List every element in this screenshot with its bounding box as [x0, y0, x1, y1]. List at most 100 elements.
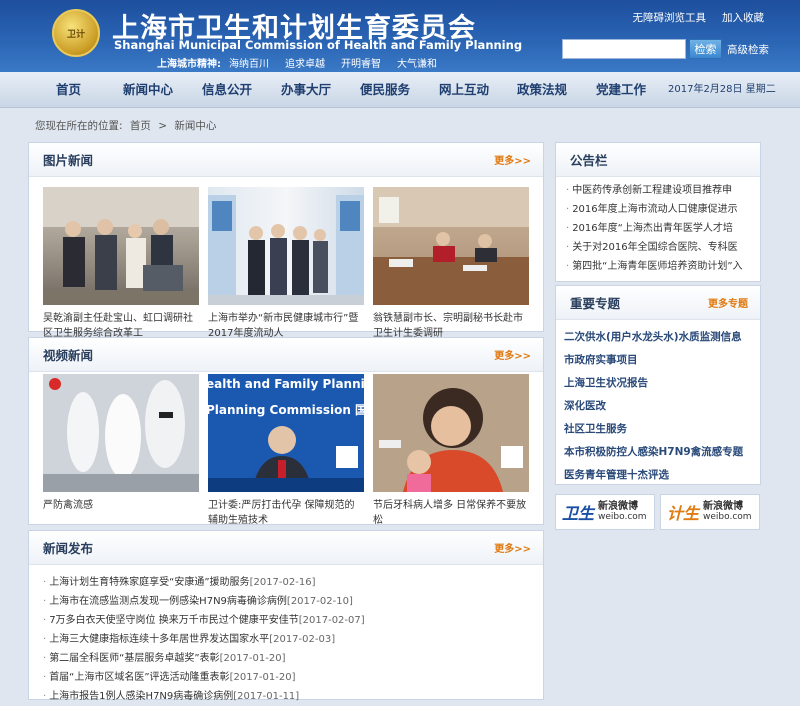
picture-item[interactable]: 吴乾渝副主任赴宝山、虹口调研社区卫生服务综合改革工: [43, 187, 199, 341]
news-title[interactable]: 首届“上海市区域名医”评选活动隆重表彰: [49, 672, 229, 683]
main-nav: 首页 新闻中心 信息公开 办事大厅 便民服务 网上互动 政策法规 党建工作 20…: [0, 72, 800, 108]
breadcrumb-prefix: 您现在所在的位置:: [35, 120, 123, 132]
city-spirit-word: 追求卓越: [285, 59, 325, 70]
video-thumbnail[interactable]: [373, 374, 529, 492]
news-date: [2017-02-03]: [269, 634, 336, 645]
advanced-search-link[interactable]: 高级检索: [727, 42, 769, 57]
weibo-brand-url: weibo.com: [703, 512, 752, 522]
weibo-brand-cn: 新浪微博: [598, 501, 639, 512]
news-title[interactable]: 上海市在流感监测点发现一例感染H7N9病毒确诊病例: [49, 596, 287, 607]
weibo-health-title: 卫生: [562, 504, 595, 523]
dental-patient-video-icon: [373, 374, 529, 492]
add-favorite-link[interactable]: 加入收藏: [722, 10, 764, 25]
photo-thumbnail[interactable]: [208, 187, 364, 305]
nav-item-policy[interactable]: 政策法规: [517, 72, 567, 108]
city-spirit-word: 海纳百川: [229, 59, 269, 70]
panel-title: 重要专题: [570, 296, 621, 311]
notice-item[interactable]: 2016年度“上海杰出青年医学人才培: [566, 219, 756, 238]
news-title[interactable]: 7万多白衣天使坚守岗位 换来万千市民过个健康平安佳节: [49, 615, 299, 626]
news-list-item[interactable]: 7万多白衣天使坚守岗位 换来万千市民过个健康平安佳节[2017-02-07]: [43, 611, 365, 630]
video-thumbnail[interactable]: [43, 374, 199, 492]
weibo-health-link[interactable]: 卫生 新浪微博 weibo.com: [555, 494, 655, 530]
news-release-list: 上海计划生育特殊家庭享受“安康通”援助服务[2017-02-16] 上海市在流感…: [43, 573, 365, 706]
more-link[interactable]: 更多>>: [494, 347, 531, 362]
video-thumbnail[interactable]: ealth and Family Planning Co Planning Co…: [208, 374, 364, 492]
more-link[interactable]: 更多>>: [494, 540, 531, 555]
topic-item[interactable]: 上海卫生状况报告: [564, 372, 743, 395]
notice-item[interactable]: 第四批“上海青年医师培养资助计划”入: [566, 257, 756, 276]
hazmat-video-icon: [43, 374, 199, 492]
news-title[interactable]: 上海三大健康指标连续十多年居世界发达国家水平: [49, 634, 269, 645]
top-links: 无障碍浏览工具 加入收藏: [633, 10, 765, 25]
panel-header: 重要专题 更多专题: [556, 286, 760, 320]
more-topics-link[interactable]: 更多专题: [708, 295, 748, 310]
more-link[interactable]: 更多>>: [494, 152, 531, 167]
accessibility-link[interactable]: 无障碍浏览工具: [633, 10, 707, 25]
photo-thumbnail[interactable]: [373, 187, 529, 305]
panel-header: 新闻发布 更多>>: [29, 531, 543, 565]
notice-list: 中医药传承创新工程建设项目推荐申 2016年度上海市流动人口健康促进示 2016…: [566, 181, 756, 276]
news-title[interactable]: 第二届全科医师“基层服务卓越奖”表彰: [49, 653, 219, 664]
panel-title: 公告栏: [570, 153, 608, 168]
topic-item[interactable]: 市政府实事项目: [564, 349, 743, 372]
news-title[interactable]: 上海计划生育特殊家庭享受“安康通”援助服务: [49, 577, 249, 588]
search-button[interactable]: 检索: [689, 39, 722, 59]
nav-item-home[interactable]: 首页: [56, 72, 81, 108]
video-item[interactable]: ealth and Family Planning Co Planning Co…: [208, 374, 364, 528]
nav-item-news[interactable]: 新闻中心: [123, 72, 173, 108]
video-grid: 严防禽流感 ealth and Family Planning Co Plann…: [43, 374, 529, 528]
video-caption[interactable]: 严防禽流感: [43, 498, 199, 528]
emblem-logo[interactable]: 卫计: [52, 9, 100, 57]
video-item[interactable]: 严防禽流感: [43, 374, 199, 528]
exhibition-photo-icon: [208, 195, 364, 305]
news-date: [2017-02-16]: [249, 577, 316, 588]
news-date: [2017-01-11]: [233, 691, 300, 702]
people-photo-icon: [43, 187, 199, 305]
topic-item[interactable]: 深化医改: [564, 395, 743, 418]
news-date: [2017-02-10]: [286, 596, 353, 607]
picture-item[interactable]: 上海市举办“新市民健康城市行”暨2017年度流动人: [208, 187, 364, 341]
breadcrumb-separator: >: [158, 120, 168, 132]
nav-item-services-hall[interactable]: 办事大厅: [281, 72, 331, 108]
news-list-item[interactable]: 上海市报告1例人感染H7N9病毒确诊病例[2017-01-11]: [43, 687, 365, 706]
video-caption[interactable]: 卫计委:严厉打击代孕 保障规范的辅助生殖技术: [208, 498, 364, 528]
city-spirit-word: 开明睿智: [341, 59, 381, 70]
weibo-brand: 新浪微博 weibo.com: [598, 501, 647, 523]
video-item[interactable]: 节后牙科病人增多 日常保养不要放松: [373, 374, 529, 528]
notice-item[interactable]: 2016年度上海市流动人口健康促进示: [566, 200, 756, 219]
video-caption[interactable]: 节后牙科病人增多 日常保养不要放松: [373, 498, 529, 528]
topic-item[interactable]: 医务青年管理十杰评选: [564, 464, 743, 487]
topic-item[interactable]: 社区卫生服务: [564, 418, 743, 441]
panel-header: 视频新闻 更多>>: [29, 338, 543, 372]
news-list-item[interactable]: 首届“上海市区域名医”评选活动隆重表彰[2017-01-20]: [43, 668, 365, 687]
news-list-item[interactable]: 上海三大健康指标连续十多年居世界发达国家水平[2017-02-03]: [43, 630, 365, 649]
topic-item[interactable]: 本市积极防控人感染H7N9禽流感专题: [564, 441, 743, 464]
topic-item[interactable]: 二次供水(用户水龙头水)水质监测信息: [564, 326, 743, 349]
news-date: [2017-02-07]: [298, 615, 365, 626]
picture-item[interactable]: 翁铁慧副市长、宗明副秘书长赴市卫生计生委调研: [373, 187, 529, 341]
news-list-item[interactable]: 上海计划生育特殊家庭享受“安康通”援助服务[2017-02-16]: [43, 573, 365, 592]
press-conference-video-icon: ealth and Family Planning Co Planning Co…: [208, 374, 364, 492]
emblem-text: 卫计: [66, 29, 85, 40]
panel-title: 新闻发布: [43, 541, 94, 556]
site-title-en: Shanghai Municipal Commission of Health …: [114, 38, 523, 52]
search-input[interactable]: [562, 39, 686, 59]
nav-item-disclosure[interactable]: 信息公开: [202, 72, 252, 108]
breadcrumb-home[interactable]: 首页: [130, 120, 151, 132]
nav-item-interaction[interactable]: 网上互动: [439, 72, 489, 108]
notice-item[interactable]: 关于对2016年全国综合医院、专科医: [566, 238, 756, 257]
topics-panel: 重要专题 更多专题 二次供水(用户水龙头水)水质监测信息 市政府实事项目 上海卫…: [555, 285, 761, 485]
nav-item-party[interactable]: 党建工作: [596, 72, 646, 108]
photo-thumbnail[interactable]: [43, 187, 199, 305]
news-title[interactable]: 上海市报告1例人感染H7N9病毒确诊病例: [49, 691, 233, 702]
breadcrumb-current[interactable]: 新闻中心: [174, 120, 216, 132]
nav-item-public-services[interactable]: 便民服务: [360, 72, 410, 108]
news-list-item[interactable]: 第二届全科医师“基层服务卓越奖”表彰[2017-01-20]: [43, 649, 365, 668]
site-header: 卫计 上海市卫生和计划生育委员会 Shanghai Municipal Comm…: [0, 0, 800, 72]
weibo-brand-cn: 新浪微博: [703, 501, 744, 512]
notice-item[interactable]: 中医药传承创新工程建设项目推荐申: [566, 181, 756, 200]
panel-header: 图片新闻 更多>>: [29, 143, 543, 177]
thumb-text-1: ealth and Family Planning Co: [208, 377, 364, 391]
weibo-family-planning-link[interactable]: 计生 新浪微博 weibo.com: [660, 494, 760, 530]
news-list-item[interactable]: 上海市在流感监测点发现一例感染H7N9病毒确诊病例[2017-02-10]: [43, 592, 365, 611]
